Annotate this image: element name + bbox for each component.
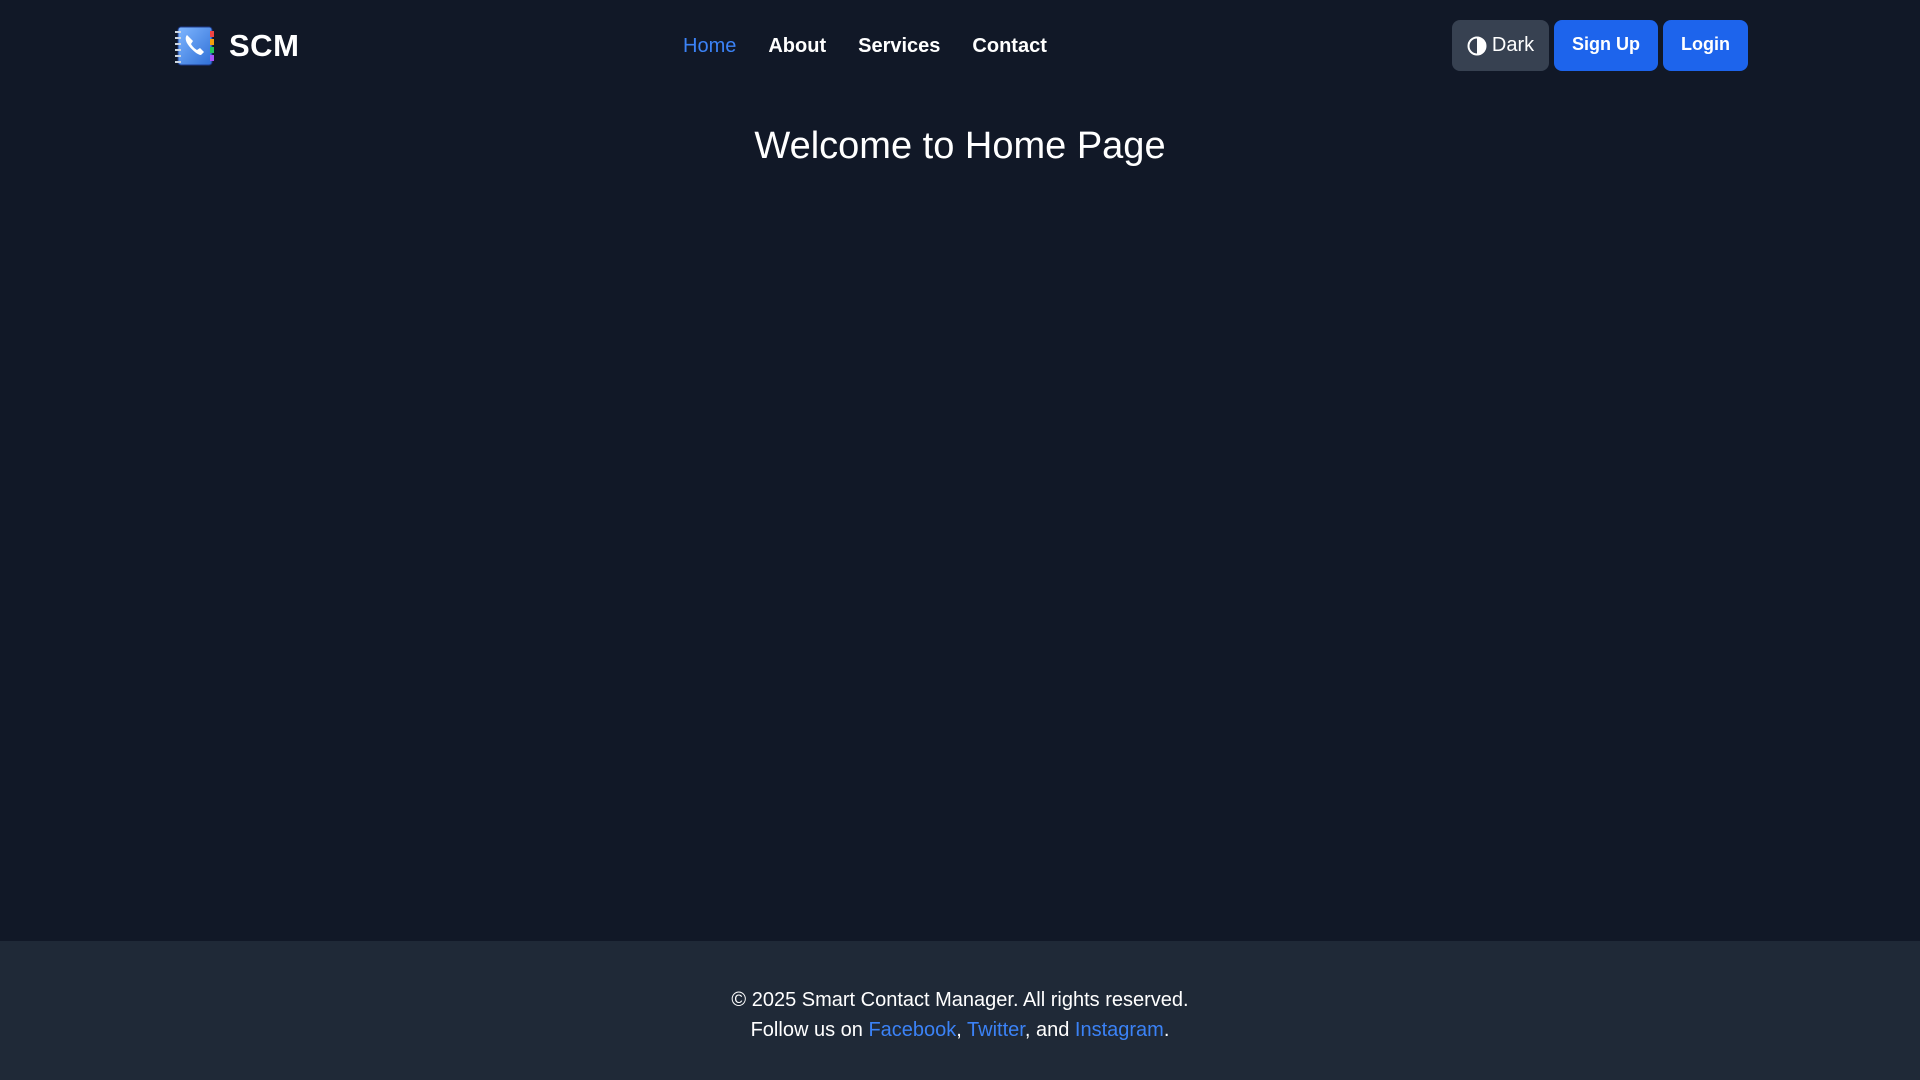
- follow-suffix: .: [1163, 1019, 1170, 1041]
- twitter-link[interactable]: Twitter: [967, 1019, 1025, 1041]
- facebook-link[interactable]: Facebook: [868, 1019, 956, 1041]
- contact-book-icon: [175, 26, 214, 66]
- nav-item-services: Services: [842, 30, 956, 62]
- login-button[interactable]: Login: [1663, 20, 1748, 71]
- nav-link-services[interactable]: Services: [842, 30, 956, 62]
- footer-copyright: © 2025 Smart Contact Manager. All rights…: [731, 989, 1189, 1011]
- page-title: Welcome to Home Page: [754, 125, 1166, 167]
- follow-prefix: Follow us on: [750, 1019, 869, 1041]
- page: SCM Home About Services Contact Dark Sig…: [0, 0, 1920, 1080]
- instagram-link[interactable]: Instagram: [1075, 1019, 1164, 1041]
- navbar: SCM Home About Services Contact Dark Sig…: [0, 0, 1920, 90]
- nav-actions: Dark Sign Up Login: [1452, 20, 1748, 71]
- nav-menu: Home About Services Contact: [667, 30, 1063, 62]
- theme-toggle-label: Dark: [1491, 34, 1535, 56]
- nav-link-home[interactable]: Home: [667, 30, 752, 62]
- follow-separator-2: , and: [1024, 1019, 1075, 1041]
- theme-toggle-button[interactable]: Dark: [1452, 20, 1549, 71]
- follow-separator-1: ,: [956, 1019, 968, 1041]
- nav-item-contact: Contact: [956, 30, 1062, 62]
- nav-item-home: Home: [667, 30, 752, 62]
- footer-follow: Follow us on Facebook, Twitter, and Inst…: [0, 1015, 1920, 1045]
- nav-link-about[interactable]: About: [752, 30, 842, 62]
- footer: © 2025 Smart Contact Manager. All rights…: [0, 941, 1920, 1080]
- nav-item-about: About: [752, 30, 842, 62]
- brand-name: SCM: [229, 28, 300, 63]
- brand-link[interactable]: SCM: [172, 24, 299, 68]
- half-circle-contrast-icon: [1467, 36, 1487, 55]
- sign-up-button[interactable]: Sign Up: [1554, 20, 1658, 71]
- nav-link-contact[interactable]: Contact: [956, 30, 1062, 62]
- main-content: Welcome to Home Page: [0, 90, 1920, 941]
